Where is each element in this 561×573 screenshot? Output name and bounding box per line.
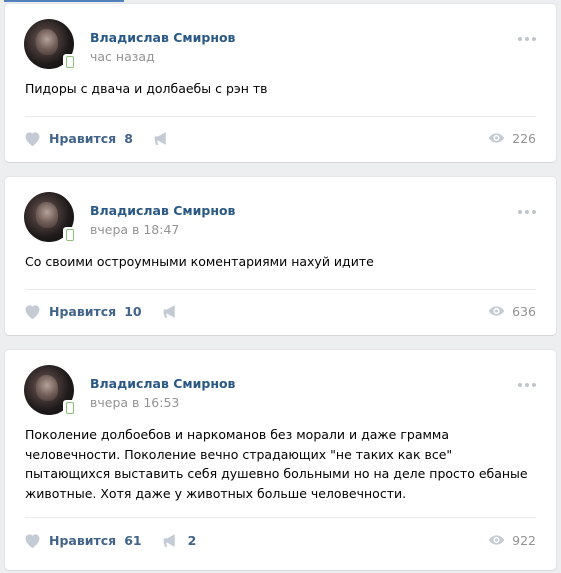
megaphone-icon — [163, 533, 175, 547]
post-actions: Нравится 10 636 — [23, 296, 536, 326]
views-count: 226 — [512, 130, 536, 146]
heart-icon — [25, 304, 40, 319]
views-counter: 922 — [488, 533, 536, 548]
mobile-online-icon — [63, 400, 75, 415]
megaphone-icon — [163, 304, 175, 318]
views-count: 636 — [512, 303, 536, 319]
share-button[interactable] — [153, 131, 179, 146]
like-count: 8 — [124, 130, 133, 146]
post-divider — [25, 289, 536, 290]
like-button[interactable]: Нравится 10 — [23, 303, 142, 320]
active-tab-indicator — [4, 0, 124, 2]
like-button[interactable]: Нравится 8 — [23, 130, 133, 147]
post-time[interactable]: вчера в 18:47 — [90, 222, 179, 237]
eye-icon — [488, 133, 505, 143]
post-time[interactable]: час назад — [90, 49, 155, 64]
post-text: Пидоры с двача и долбаебы с рэн тв — [25, 81, 268, 96]
heart-icon — [25, 533, 40, 548]
eye-icon — [488, 306, 505, 316]
like-label: Нравится — [49, 303, 117, 319]
share-button[interactable] — [162, 304, 188, 319]
mobile-online-icon — [63, 227, 75, 242]
post-header: Владислав Смирнов вчера в 18:47 — [5, 177, 556, 251]
share-button[interactable]: 2 — [162, 532, 197, 548]
eye-icon — [488, 535, 505, 545]
post-divider — [25, 517, 536, 518]
wall-post: Владислав Смирнов вчера в 16:53 Поколени… — [5, 350, 556, 570]
views-counter: 226 — [488, 131, 536, 146]
mobile-online-icon — [63, 54, 75, 69]
like-count: 61 — [124, 532, 142, 548]
more-dots-icon[interactable] — [518, 210, 536, 214]
more-dots-icon[interactable] — [518, 37, 536, 41]
post-author[interactable]: Владислав Смирнов — [90, 203, 235, 218]
post-author[interactable]: Владислав Смирнов — [90, 30, 235, 45]
like-count: 10 — [124, 303, 142, 319]
post-header: Владислав Смирнов вчера в 16:53 — [5, 350, 556, 424]
like-button[interactable]: Нравится 61 — [23, 532, 142, 549]
post-time[interactable]: вчера в 16:53 — [90, 395, 179, 410]
like-label: Нравится — [49, 130, 117, 146]
heart-icon — [25, 131, 40, 146]
megaphone-icon — [154, 131, 166, 145]
wall-post: Владислав Смирнов вчера в 18:47 Со своим… — [5, 177, 556, 335]
views-count: 922 — [512, 532, 536, 548]
post-text: Поколение долбоебов и наркоманов без мор… — [25, 427, 528, 501]
wall-post: Владислав Смирнов час назад Пидоры с два… — [5, 4, 556, 162]
share-count: 2 — [187, 532, 197, 548]
post-author[interactable]: Владислав Смирнов — [90, 376, 235, 391]
post-divider — [25, 116, 536, 117]
post-actions: Нравится 61 2 922 — [23, 525, 536, 555]
like-label: Нравится — [49, 532, 117, 548]
post-header: Владислав Смирнов час назад — [5, 4, 556, 78]
post-text: Со своими остроумными коментариями нахуй… — [25, 254, 374, 269]
post-actions: Нравится 8 226 — [23, 123, 536, 153]
more-dots-icon[interactable] — [518, 383, 536, 387]
views-counter: 636 — [488, 304, 536, 319]
